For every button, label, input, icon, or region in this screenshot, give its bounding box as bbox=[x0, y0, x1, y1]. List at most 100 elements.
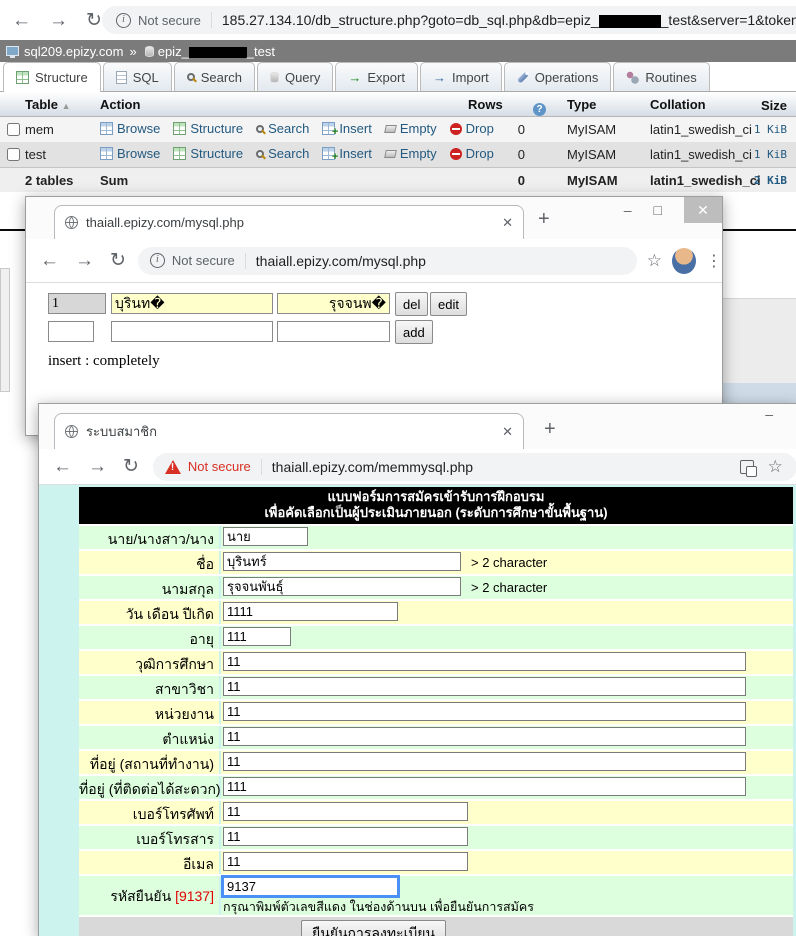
member-form-browser-window: ระบบสมาชิก ✕ + – ← → ↻ Not secure thaial… bbox=[38, 403, 796, 936]
delete-button[interactable]: del bbox=[395, 292, 428, 316]
browse-link[interactable]: Browse bbox=[100, 146, 160, 161]
tab-sql[interactable]: SQL bbox=[103, 62, 172, 91]
reload-icon[interactable]: ↻ bbox=[110, 251, 126, 270]
birthdate-field[interactable] bbox=[223, 602, 398, 621]
insert-link[interactable]: Insert bbox=[322, 121, 372, 136]
browse-icon bbox=[100, 122, 113, 135]
bookmark-star-icon[interactable]: ☆ bbox=[768, 457, 783, 477]
validation-hint: > 2 character bbox=[471, 555, 547, 570]
empty-icon bbox=[384, 125, 397, 133]
table-name[interactable]: mem bbox=[25, 122, 54, 137]
contact-address-field[interactable] bbox=[223, 777, 746, 796]
forward-icon[interactable]: → bbox=[88, 457, 107, 476]
minimize-button[interactable]: – bbox=[765, 406, 773, 422]
col-table[interactable]: Table ▲ bbox=[25, 97, 71, 112]
tab-search[interactable]: Search bbox=[174, 62, 255, 91]
help-icon[interactable]: ? bbox=[533, 98, 546, 116]
export-icon: → bbox=[348, 70, 361, 85]
field-label: ที่อยู่ (สถานที่ทำงาน) bbox=[79, 751, 219, 774]
pma-tab-bar: Structure SQL Search Query →Export →Impo… bbox=[0, 62, 796, 92]
new-tab-button[interactable]: + bbox=[538, 208, 550, 231]
record-name-field[interactable] bbox=[111, 293, 273, 314]
bookmark-star-icon[interactable]: ☆ bbox=[647, 251, 662, 271]
tab-structure[interactable]: Structure bbox=[3, 62, 101, 92]
sum-type: MyISAM bbox=[567, 173, 618, 188]
prefix-field[interactable] bbox=[223, 527, 308, 546]
new-tab-button[interactable]: + bbox=[544, 418, 556, 441]
globe-icon bbox=[65, 425, 78, 438]
fax-field[interactable] bbox=[223, 827, 468, 846]
col-size: Size bbox=[735, 98, 787, 113]
drop-link[interactable]: Drop bbox=[450, 121, 494, 136]
education-field[interactable] bbox=[223, 652, 746, 671]
table-size[interactable]: 1 KiB bbox=[735, 123, 787, 136]
tab-routines[interactable]: Routines bbox=[613, 62, 709, 91]
drop-link[interactable]: Drop bbox=[450, 146, 494, 161]
table-row-mem: mem Browse Structure Search Insert Empty… bbox=[0, 117, 796, 142]
table-name[interactable]: test bbox=[25, 147, 46, 162]
row-checkbox[interactable] bbox=[7, 148, 20, 161]
back-icon[interactable]: ← bbox=[12, 11, 31, 30]
edit-button[interactable]: edit bbox=[430, 292, 467, 316]
forward-icon[interactable]: → bbox=[49, 11, 68, 30]
tab-query[interactable]: Query bbox=[257, 62, 333, 91]
structure-link[interactable]: Structure bbox=[173, 146, 243, 161]
tab-export[interactable]: →Export bbox=[335, 62, 418, 91]
captcha-field[interactable] bbox=[223, 877, 398, 896]
close-window-button[interactable]: ✕ bbox=[684, 197, 722, 223]
warning-icon[interactable] bbox=[165, 460, 181, 474]
reload-icon[interactable]: ↻ bbox=[123, 457, 139, 476]
phone-field[interactable] bbox=[223, 802, 468, 821]
record-id-field[interactable] bbox=[48, 293, 106, 314]
maximize-button[interactable]: □ bbox=[654, 202, 662, 218]
reload-icon[interactable]: ↻ bbox=[86, 11, 102, 30]
position-field[interactable] bbox=[223, 727, 746, 746]
close-tab-icon[interactable]: ✕ bbox=[502, 424, 513, 440]
lastname-field[interactable] bbox=[223, 577, 461, 596]
empty-link[interactable]: Empty bbox=[385, 121, 437, 136]
translate-icon[interactable] bbox=[740, 460, 754, 474]
age-field[interactable] bbox=[223, 627, 291, 646]
work-address-field[interactable] bbox=[223, 752, 746, 771]
breadcrumb-db[interactable]: epiz__test bbox=[158, 44, 275, 59]
menu-dots-icon[interactable]: ⋮ bbox=[706, 251, 722, 271]
record-surname-field[interactable] bbox=[277, 293, 390, 314]
breadcrumb-server[interactable]: sql209.epizy.com bbox=[24, 44, 123, 59]
tab-import[interactable]: →Import bbox=[420, 62, 502, 91]
firstname-field[interactable] bbox=[223, 552, 461, 571]
browse-link[interactable]: Browse bbox=[100, 121, 160, 136]
insert-icon bbox=[322, 147, 335, 160]
back-icon[interactable]: ← bbox=[53, 457, 72, 476]
back-icon[interactable]: ← bbox=[40, 251, 59, 270]
new-surname-field[interactable] bbox=[277, 321, 390, 342]
col-action: Action bbox=[100, 97, 140, 112]
minimize-button[interactable]: – bbox=[624, 202, 632, 218]
tab-member-system[interactable]: ระบบสมาชิก ✕ bbox=[54, 413, 524, 449]
tab-mysql-page[interactable]: thaiall.epizy.com/mysql.php ✕ bbox=[54, 205, 524, 239]
structure-link[interactable]: Structure bbox=[173, 121, 243, 136]
address-bar[interactable]: i Not secure 185.27.134.10/db_structure.… bbox=[102, 6, 796, 34]
forward-icon[interactable]: → bbox=[75, 251, 94, 270]
table-size[interactable]: 1 KiB bbox=[735, 148, 787, 161]
add-button[interactable]: add bbox=[395, 320, 433, 344]
search-link[interactable]: Search bbox=[256, 121, 309, 136]
address-bar[interactable]: Not secure thaiall.epizy.com/memmysql.ph… bbox=[153, 453, 796, 481]
info-icon[interactable]: i bbox=[150, 253, 165, 268]
close-tab-icon[interactable]: ✕ bbox=[502, 215, 513, 231]
insert-link[interactable]: Insert bbox=[322, 146, 372, 161]
info-icon[interactable]: i bbox=[116, 13, 131, 28]
row-checkbox[interactable] bbox=[7, 123, 20, 136]
submit-registration-button[interactable]: ยืนยันการลงทะเบียน bbox=[301, 920, 446, 936]
field-label: อีเมล bbox=[79, 851, 219, 874]
organization-field[interactable] bbox=[223, 702, 746, 721]
search-link[interactable]: Search bbox=[256, 146, 309, 161]
address-bar[interactable]: i Not secure thaiall.epizy.com/mysql.php bbox=[138, 247, 637, 275]
empty-link[interactable]: Empty bbox=[385, 146, 437, 161]
tab-operations[interactable]: Operations bbox=[504, 62, 612, 91]
table-header-row: Table ▲ Action Rows ? Type Collation Siz… bbox=[0, 92, 796, 117]
new-id-field[interactable] bbox=[48, 321, 94, 342]
new-name-field[interactable] bbox=[111, 321, 273, 342]
major-field[interactable] bbox=[223, 677, 746, 696]
email-field[interactable] bbox=[223, 852, 468, 871]
profile-avatar[interactable] bbox=[672, 248, 696, 274]
